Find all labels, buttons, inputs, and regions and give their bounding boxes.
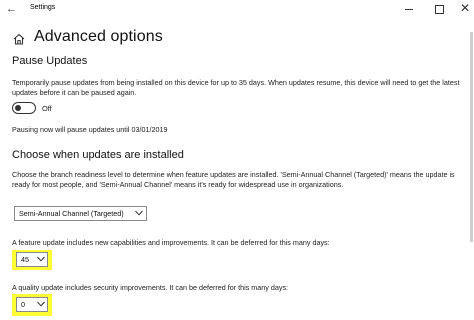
quality-defer-value: 0 bbox=[21, 300, 25, 309]
channel-dropdown[interactable]: Semi-Annual Channel (Targeted) bbox=[14, 206, 147, 221]
scrollbar[interactable] bbox=[470, 32, 473, 242]
chevron-down-icon bbox=[37, 301, 45, 307]
page-title: Advanced options bbox=[34, 28, 163, 45]
quality-update-description: A quality update includes security impro… bbox=[12, 283, 289, 292]
chevron-down-icon bbox=[135, 210, 143, 216]
pause-updates-toggle[interactable] bbox=[12, 102, 36, 114]
chevron-down-icon bbox=[37, 256, 45, 262]
toggle-state-label: Off bbox=[42, 104, 52, 113]
channel-dropdown-value: Semi-Annual Channel (Targeted) bbox=[19, 209, 124, 218]
feature-defer-dropdown[interactable]: 45 bbox=[16, 252, 48, 267]
back-button[interactable]: ← bbox=[6, 2, 20, 16]
minimize-button[interactable] bbox=[402, 2, 416, 16]
pause-updates-heading: Pause Updates bbox=[12, 55, 88, 67]
pause-status-text: Pausing now will pause updates until 03/… bbox=[12, 125, 168, 134]
maximize-button[interactable] bbox=[432, 2, 446, 16]
close-button[interactable]: ✕ bbox=[458, 2, 472, 16]
toggle-knob bbox=[15, 104, 21, 111]
quality-defer-dropdown[interactable]: 0 bbox=[16, 297, 48, 312]
choose-updates-description: Choose the branch readiness level to det… bbox=[12, 170, 455, 190]
title-bar: ← Settings ✕ bbox=[0, 0, 474, 18]
home-icon[interactable] bbox=[12, 32, 26, 46]
choose-updates-heading: Choose when updates are installed bbox=[12, 149, 184, 161]
pause-updates-description: Temporarily pause updates from being ins… bbox=[12, 78, 460, 98]
feature-defer-value: 45 bbox=[21, 255, 29, 264]
feature-update-description: A feature update includes new capabiliti… bbox=[12, 238, 330, 247]
window-title: Settings bbox=[30, 4, 56, 11]
